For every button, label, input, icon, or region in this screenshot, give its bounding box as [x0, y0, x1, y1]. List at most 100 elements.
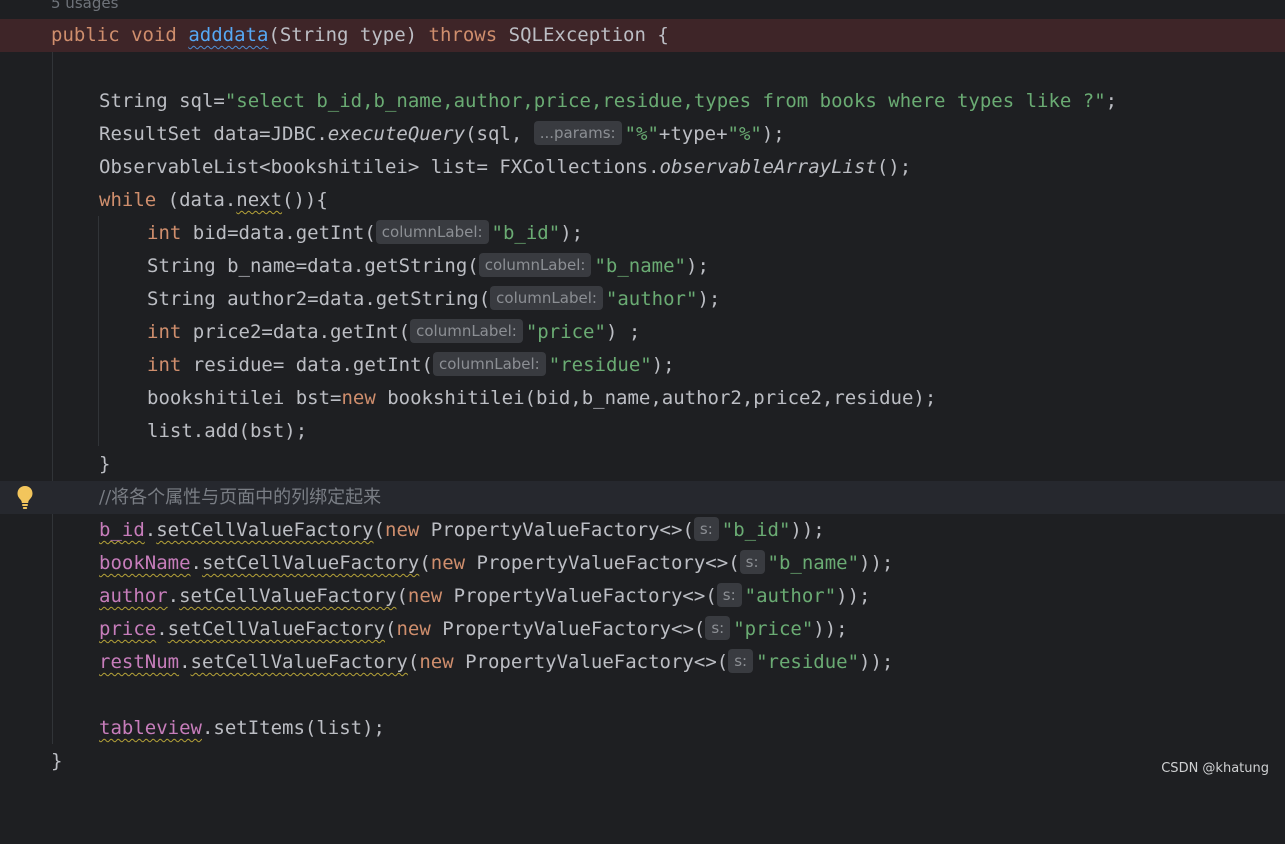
code-text: residue= data.getInt(	[181, 354, 433, 376]
code-text: );	[697, 288, 721, 310]
code-line[interactable]: ObservableList<bookshitilei> list= FXCol…	[0, 151, 1285, 184]
parameter-hint: columnLabel:	[490, 285, 603, 310]
string-literal: "b_id"	[491, 222, 561, 244]
code-text: );	[761, 123, 785, 145]
code-text: ));	[836, 585, 871, 607]
code-text: bookshitilei(bid,b_name,author2,price2,r…	[375, 387, 937, 409]
string-literal: "b_id"	[721, 519, 791, 541]
field-reference: author	[99, 585, 168, 607]
code-text: ));	[790, 519, 825, 541]
method-call: setCellValueFactory	[156, 519, 374, 541]
field-reference: price	[99, 618, 157, 640]
parameter-hint: s:	[716, 582, 742, 607]
parameter-hint: columnLabel:	[375, 219, 489, 244]
method-call: setCellValueFactory	[190, 651, 408, 673]
code-text: (	[419, 552, 431, 574]
code-text: (data.	[156, 189, 237, 211]
code-text: PropertyValueFactory<>(	[430, 618, 706, 640]
code-line[interactable]: int price2=data.getInt(columnLabel: "pric…	[0, 316, 1285, 349]
code-line[interactable]: list.add(bst);	[0, 415, 1285, 448]
code-text: ));	[859, 552, 894, 574]
keyword: void	[131, 24, 177, 46]
code-text: SQLException {	[497, 24, 669, 46]
string-literal: "residue"	[756, 651, 860, 673]
keyword: new	[396, 618, 431, 640]
code-line-current[interactable]: //将各个属性与页面中的列绑定起来	[0, 481, 1285, 514]
code-text: String b_name=data.getString(	[147, 255, 479, 277]
code-text: .	[167, 585, 180, 607]
code-text: .	[144, 519, 157, 541]
method-call: setCellValueFactory	[167, 618, 385, 640]
code-text: );	[651, 354, 675, 376]
string-literal: "b_name"	[767, 552, 860, 574]
code-text: );	[686, 255, 709, 277]
code-text: ()){	[282, 189, 328, 211]
code-line[interactable]: }	[0, 745, 1285, 778]
code-line-method-signature[interactable]: public void adddata(String type) throws …	[0, 19, 1285, 52]
keyword: new	[419, 651, 454, 673]
code-text: (	[385, 618, 397, 640]
keyword: new	[430, 552, 466, 574]
code-text: ));	[859, 651, 894, 673]
code-line[interactable]: String author2=data.getString(columnLabe…	[0, 283, 1285, 316]
parameter-hint: s:	[728, 648, 754, 673]
code-text: String sql=	[99, 90, 225, 112]
code-text: bid=data.getInt(	[181, 222, 376, 244]
code-text: (	[407, 651, 420, 673]
code-line[interactable]: ResultSet data=JDBC.executeQuery(sql, ..…	[0, 118, 1285, 151]
keyword: int	[147, 321, 182, 343]
code-line[interactable]: int residue= data.getInt(columnLabel: "re…	[0, 349, 1285, 382]
code-line[interactable]: bookName.setCellValueFactory(new Propert…	[0, 547, 1285, 580]
code-text: String author2=data.getString(	[147, 288, 491, 310]
parameter-hint: ...params:	[533, 120, 622, 145]
code-line[interactable]: b_id.setCellValueFactory(new PropertyVal…	[0, 514, 1285, 547]
code-text: (sql,	[465, 123, 534, 145]
keyword: new	[407, 585, 443, 607]
parameter-hint: columnLabel:	[433, 351, 546, 376]
code-text: PropertyValueFactory<>(	[442, 585, 717, 607]
string-literal: "author"	[605, 288, 698, 310]
code-text: );	[560, 222, 584, 244]
field-reference: restNum	[99, 651, 180, 673]
field-reference: b_id	[99, 519, 145, 541]
code-line[interactable]: price.setCellValueFactory(new PropertyVa…	[0, 613, 1285, 646]
code-text: ));	[813, 618, 848, 640]
code-line[interactable]: while (data.next()){	[0, 184, 1285, 217]
code-line[interactable]: bookshitilei bst=new bookshitilei(bid,b_…	[0, 382, 1285, 415]
parameter-hint: s:	[693, 516, 719, 541]
code-line[interactable]: String sql="select b_id,b_name,author,pr…	[0, 85, 1285, 118]
keyword: int	[147, 222, 182, 244]
code-line[interactable]: author.setCellValueFactory(new PropertyV…	[0, 580, 1285, 613]
keyword: int	[147, 354, 182, 376]
code-text: PropertyValueFactory<>(	[453, 651, 729, 673]
watermark: CSDN @khatung	[1161, 761, 1269, 776]
usages-hint[interactable]: 5 usages	[51, 0, 118, 14]
closing-brace: }	[99, 453, 111, 475]
parameter-hint: columnLabel:	[478, 252, 592, 277]
string-literal: "%"	[727, 123, 762, 145]
code-text: PropertyValueFactory<>(	[419, 519, 694, 541]
string-literal: "%"	[624, 123, 659, 145]
code-text: ;	[1105, 90, 1118, 112]
closing-brace: }	[51, 750, 63, 772]
code-line[interactable]: tableview.setItems(list);	[0, 712, 1285, 745]
code-line[interactable]: }	[0, 448, 1285, 481]
method-call: executeQuery	[327, 123, 466, 145]
string-literal: "b_name"	[594, 255, 686, 277]
parameter-hint: s:	[739, 549, 765, 574]
code-text: (	[373, 519, 386, 541]
string-literal: "author"	[744, 585, 837, 607]
code-line[interactable]: int bid=data.getInt(columnLabel: "b_id");	[0, 217, 1285, 250]
method-name[interactable]: adddata	[188, 24, 268, 46]
keyword: new	[385, 519, 420, 541]
code-text: +type+	[658, 123, 728, 145]
code-text: ) ;	[605, 321, 641, 343]
code-text: list.add(bst);	[147, 420, 308, 442]
code-line[interactable]: restNum.setCellValueFactory(new Property…	[0, 646, 1285, 679]
lightbulb-icon[interactable]	[16, 485, 34, 511]
code-line[interactable]: String b_name=data.getString(columnLabel…	[0, 250, 1285, 283]
code-text: PropertyValueFactory<>(	[465, 552, 740, 574]
parameter-hint: columnLabel:	[410, 318, 523, 343]
code-text: price2=data.getInt(	[181, 321, 411, 343]
code-comment: //将各个属性与页面中的列绑定起来	[99, 487, 382, 508]
